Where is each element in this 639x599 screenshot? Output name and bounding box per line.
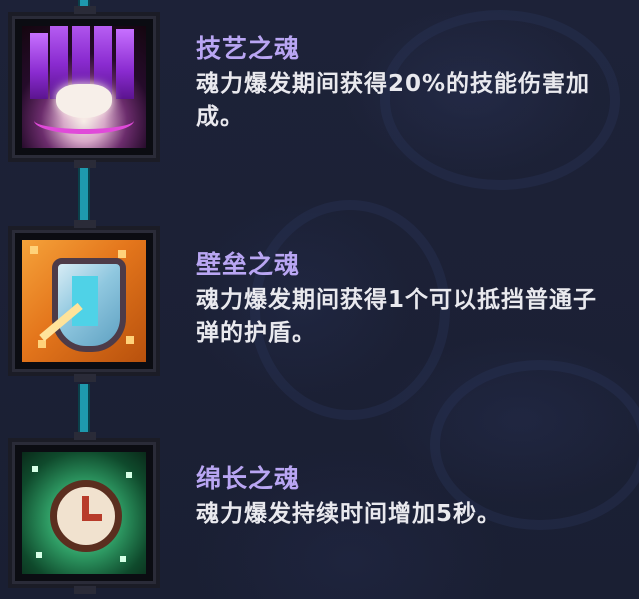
skill-name: 绵长之魂 <box>196 464 301 493</box>
skill-description: 魂力爆发期间获得1个可以抵挡普通子弹的护盾。 <box>196 287 598 346</box>
skill-name: 壁垒之魂 <box>196 250 301 279</box>
tree-connector <box>78 384 90 438</box>
tree-connector <box>78 164 90 226</box>
skill-info-skill-soul: 技艺之魂 魂力爆发期间获得20%的技能伤害加成。 <box>196 32 616 134</box>
skill-slot-fortress-soul[interactable] <box>8 220 160 382</box>
skill-name: 技艺之魂 <box>196 34 301 63</box>
purple-flame-soul-icon <box>22 26 146 148</box>
skill-info-fortress-soul: 壁垒之魂 魂力爆发期间获得1个可以抵挡普通子弹的护盾。 <box>196 248 616 350</box>
skill-info-endurance-soul: 绵长之魂 魂力爆发持续时间增加5秒。 <box>196 462 616 531</box>
skill-description: 魂力爆发期间获得20%的技能伤害加成。 <box>196 71 591 130</box>
shield-soul-icon <box>22 240 146 362</box>
skill-slot-endurance-soul[interactable] <box>8 432 160 594</box>
skill-description: 魂力爆发持续时间增加5秒。 <box>196 501 502 527</box>
skill-slot-skill-soul[interactable] <box>8 6 160 168</box>
clock-soul-icon <box>22 452 146 574</box>
